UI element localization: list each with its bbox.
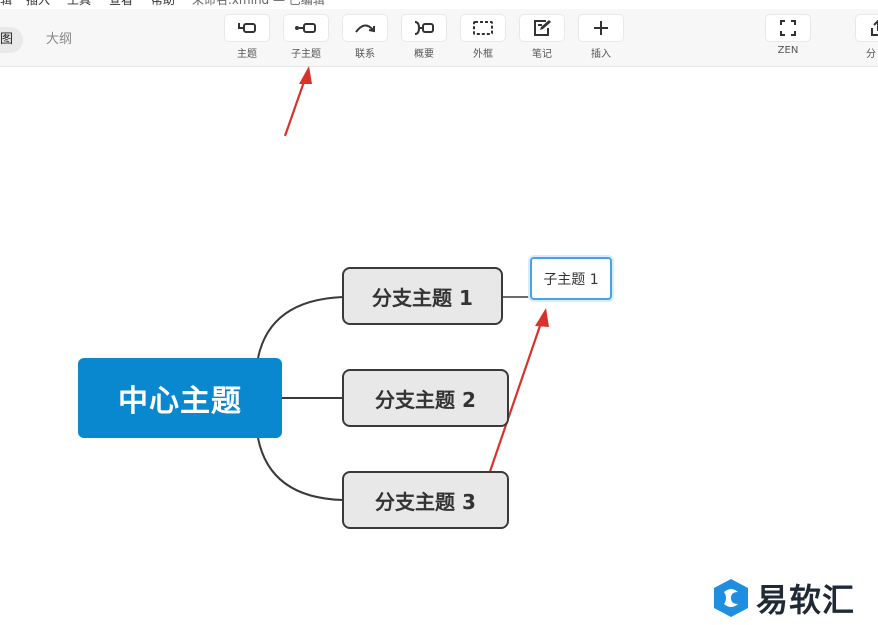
logo-icon xyxy=(714,579,748,617)
subtopic-1[interactable]: 子主题 1 xyxy=(530,257,612,300)
watermark-text: 易软汇 xyxy=(756,581,856,619)
branch-topic-3[interactable]: 分支主题 3 xyxy=(342,471,509,529)
connector-branch-1 xyxy=(257,296,344,359)
branch-topic-1[interactable]: 分支主题 1 xyxy=(342,267,503,325)
branch-topic-2[interactable]: 分支主题 2 xyxy=(342,369,509,427)
watermark: 易软汇 xyxy=(712,578,856,619)
central-topic[interactable]: 中心主题 xyxy=(78,358,282,438)
annotation-arrow-toolbar xyxy=(283,66,312,137)
connector-branch-3 xyxy=(257,437,344,501)
